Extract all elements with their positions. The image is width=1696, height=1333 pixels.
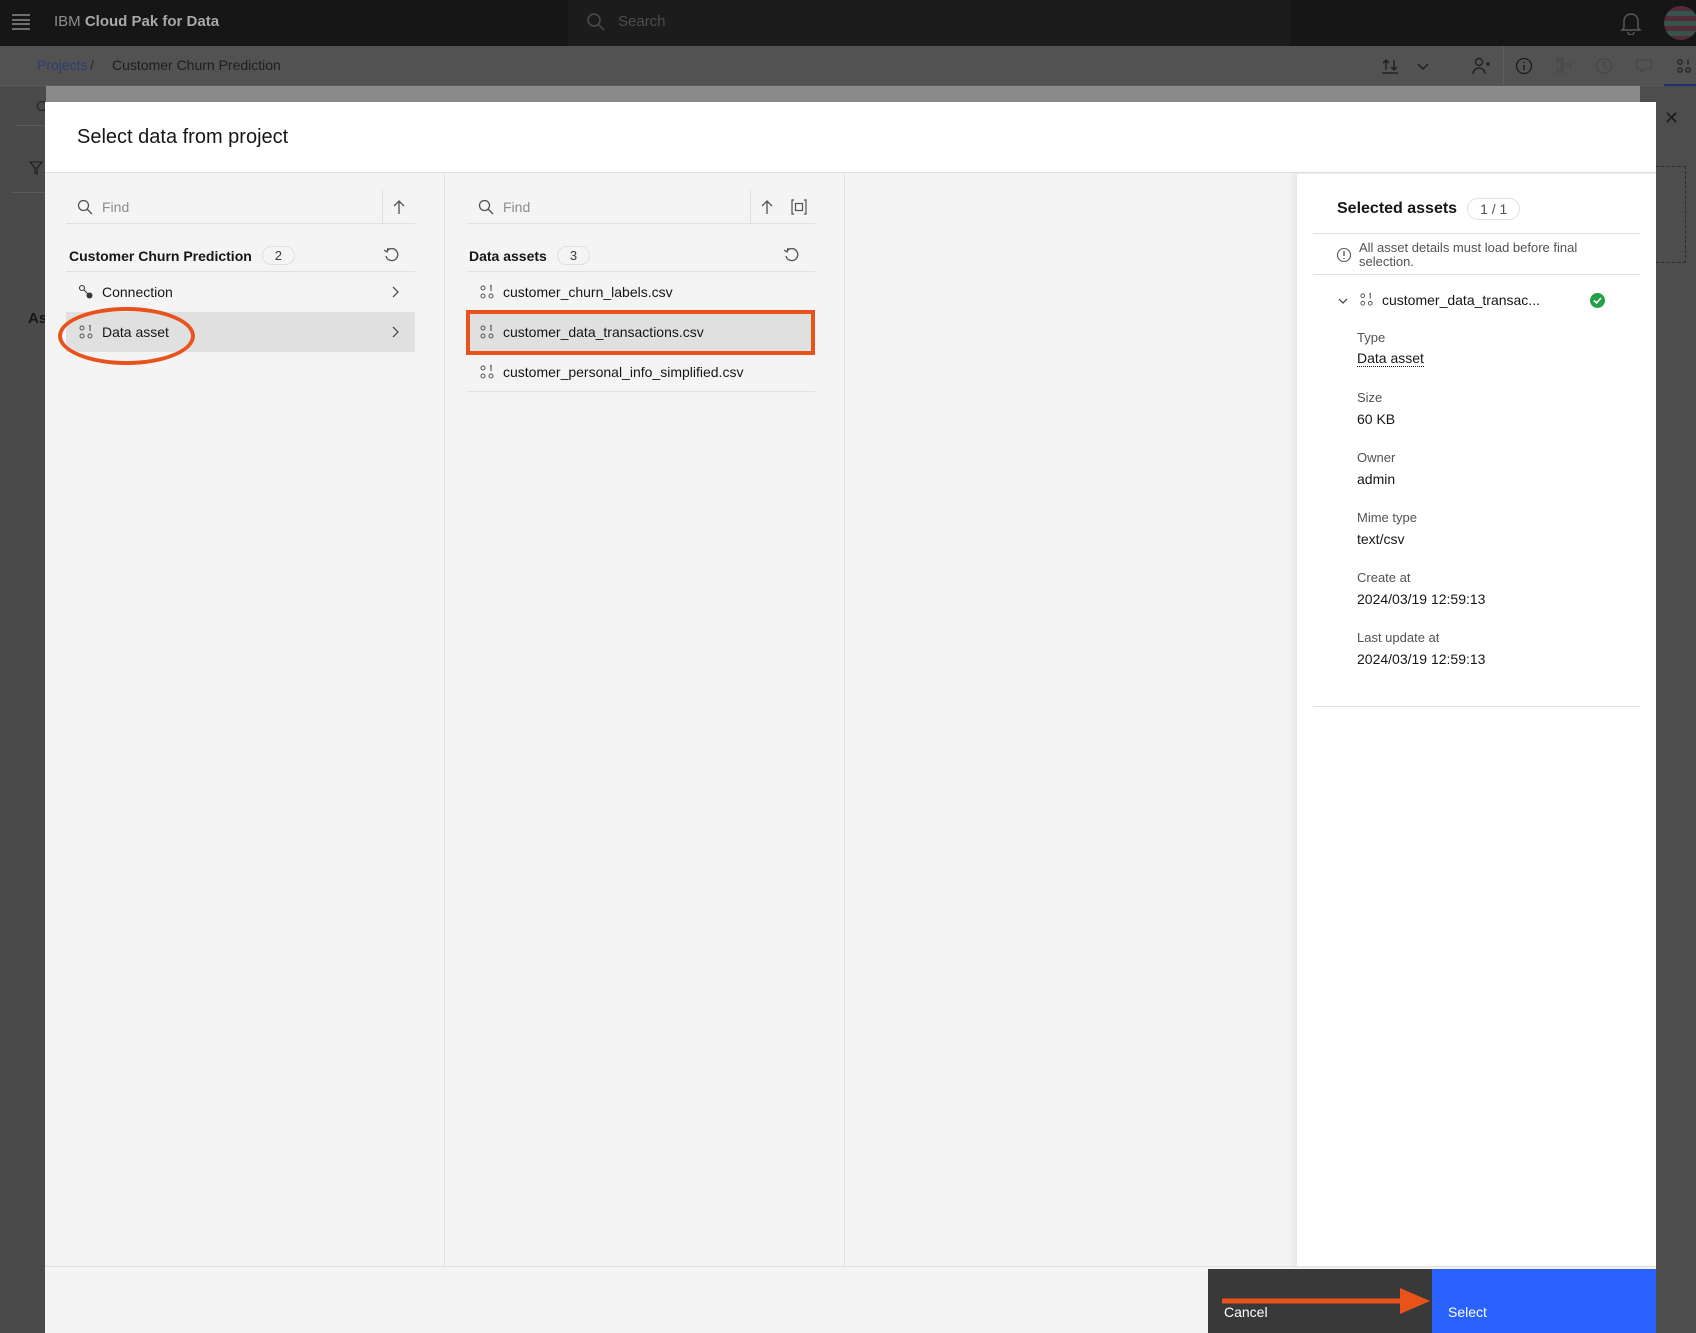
chevron-right-icon xyxy=(392,326,399,338)
divider xyxy=(1313,706,1640,707)
menu-icon[interactable] xyxy=(12,14,30,30)
lineage-icon[interactable] xyxy=(1554,56,1574,76)
global-search[interactable] xyxy=(568,0,1290,46)
history-icon[interactable] xyxy=(1594,56,1614,76)
sort-ascending-icon[interactable] xyxy=(758,198,776,216)
underlay-divider xyxy=(12,192,46,193)
annotation-rectangle xyxy=(466,310,815,355)
filter-icon xyxy=(28,161,44,175)
divider xyxy=(467,391,815,392)
find-input[interactable]: Find xyxy=(102,199,129,215)
checkmark-success-icon xyxy=(1590,293,1605,308)
search-input[interactable]: Search xyxy=(618,13,666,30)
divider xyxy=(1313,274,1640,275)
asset-group-title: Data assets 3 xyxy=(469,246,591,265)
breadcrumb-projects-link[interactable]: Projects xyxy=(37,57,88,73)
import-export-icon[interactable] xyxy=(1380,56,1400,76)
column-divider xyxy=(444,174,445,1266)
project-find-field[interactable]: Find xyxy=(66,190,415,224)
search-icon xyxy=(77,199,93,214)
chevron-down-icon[interactable] xyxy=(1337,295,1349,307)
detail-label-type: Type xyxy=(1357,330,1386,345)
data-asset-icon xyxy=(1360,292,1373,306)
notification-bell-icon[interactable] xyxy=(1620,11,1642,35)
modal-title: Select data from project xyxy=(77,126,289,148)
user-avatar[interactable] xyxy=(1664,6,1696,40)
divider xyxy=(1313,233,1640,234)
column-divider xyxy=(844,174,845,1266)
detail-value-mime-type: text/csv xyxy=(1357,531,1405,547)
annotation-ellipse xyxy=(58,307,195,365)
chevron-right-icon xyxy=(392,286,399,298)
data-asset-tab-icon[interactable] xyxy=(1674,56,1694,76)
annotation-arrow xyxy=(1222,1288,1430,1314)
info-icon[interactable] xyxy=(1514,56,1534,76)
underlay-dropzone xyxy=(1656,166,1686,263)
detail-label-created: Create at xyxy=(1357,570,1411,585)
toolbar-divider xyxy=(1503,46,1504,86)
detail-value-type: Data asset xyxy=(1357,350,1424,367)
selected-count-badge: 1 / 1 xyxy=(1467,198,1521,220)
detail-label-owner: Owner xyxy=(1357,450,1396,465)
asset-row[interactable]: customer_personal_info_simplified.csv xyxy=(467,352,815,392)
detail-value-updated: 2024/03/19 12:59:13 xyxy=(1357,651,1486,667)
brand-name: Cloud Pak for Data xyxy=(84,13,220,30)
underlay-divider xyxy=(16,125,46,126)
asset-name: customer_churn_labels.csv xyxy=(503,284,673,300)
detail-label-updated: Last update at xyxy=(1357,630,1440,645)
item-count-badge: 2 xyxy=(261,246,296,265)
find-input[interactable]: Find xyxy=(503,199,530,215)
selected-asset-name[interactable]: customer_data_transac... xyxy=(1382,292,1540,308)
footer-divider xyxy=(45,1266,1656,1267)
selected-assets-panel xyxy=(1297,174,1656,1266)
notice-text: All asset details must load before final… xyxy=(1359,240,1578,269)
refresh-icon[interactable] xyxy=(382,245,400,263)
detail-value-size: 60 KB xyxy=(1357,411,1396,427)
detail-label-mime-type: Mime type xyxy=(1357,510,1417,525)
select-all-icon[interactable] xyxy=(790,198,808,216)
item-count-badge: 3 xyxy=(556,246,591,265)
find-separator xyxy=(750,190,751,224)
asset-row[interactable]: customer_churn_labels.csv xyxy=(467,272,815,312)
chevron-down-icon[interactable] xyxy=(1413,56,1433,76)
close-icon[interactable]: ✕ xyxy=(1664,108,1679,129)
data-asset-icon xyxy=(480,364,494,379)
select-button[interactable]: Select xyxy=(1432,1269,1656,1333)
data-asset-icon xyxy=(480,284,494,299)
breadcrumb-separator: / xyxy=(90,57,94,73)
underlay-panel xyxy=(46,86,1640,102)
breadcrumb-current: Customer Churn Prediction xyxy=(112,57,281,73)
detail-value-created: 2024/03/19 12:59:13 xyxy=(1357,591,1486,607)
asset-name: customer_personal_info_simplified.csv xyxy=(503,364,744,380)
selected-assets-title: Selected assets xyxy=(1337,200,1458,217)
list-item-label: Connection xyxy=(102,284,173,300)
find-separator xyxy=(382,190,383,224)
brand-prefix: IBM xyxy=(54,13,81,30)
detail-label-size: Size xyxy=(1357,390,1383,405)
brand-title: IBM Cloud Pak for Data xyxy=(54,13,219,30)
active-tab-indicator xyxy=(1664,84,1696,86)
underlay-sidebar xyxy=(0,86,46,1333)
sort-ascending-icon[interactable] xyxy=(390,198,408,216)
refresh-icon[interactable] xyxy=(782,245,800,263)
project-name: Customer Churn Prediction xyxy=(69,247,252,264)
detail-value-owner: admin xyxy=(1357,471,1396,487)
group-name: Data assets xyxy=(469,247,547,264)
search-icon xyxy=(587,13,605,31)
search-icon xyxy=(478,199,494,214)
warning-info-icon xyxy=(1336,247,1352,263)
project-group-title: Customer Churn Prediction 2 xyxy=(69,246,296,265)
comments-icon[interactable] xyxy=(1634,56,1654,76)
connection-icon xyxy=(78,284,93,299)
selected-assets-header: Selected assets 1 / 1 xyxy=(1337,198,1521,220)
list-item-connection[interactable]: Connection xyxy=(66,272,415,312)
add-collaborator-icon[interactable] xyxy=(1471,56,1491,76)
